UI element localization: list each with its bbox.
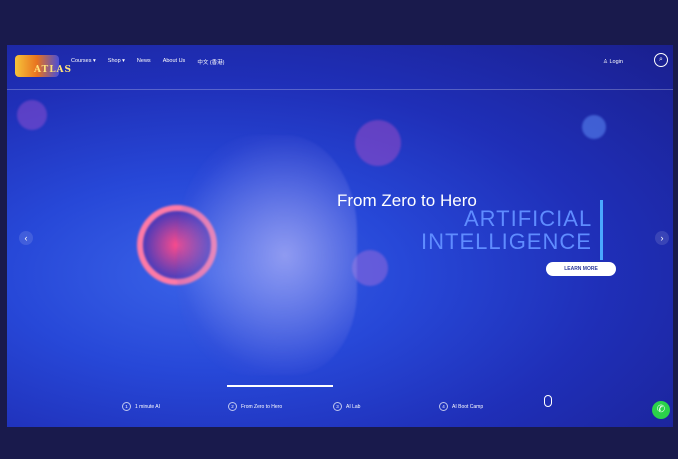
slide-number: 1 (122, 402, 131, 411)
face-silhouette (177, 135, 357, 375)
hero-subtitle: From Zero to Hero (337, 191, 477, 210)
slide-label: AI Boot Camp (452, 403, 484, 410)
menu-shop[interactable]: Shop ▾ (108, 58, 125, 66)
top-nav: ATLAS Courses ▾ Shop ▾ News About Us 中文 … (7, 45, 673, 85)
decor-glow (582, 115, 606, 139)
learn-more-button[interactable]: LEARN MORE (546, 262, 616, 276)
decor-glow (352, 250, 388, 286)
decor-glow (17, 100, 47, 130)
slide-progress (227, 385, 333, 387)
hero-accent-bar (600, 200, 603, 260)
search-icon[interactable]: ⌕ (654, 53, 668, 67)
slide-number: 4 (439, 402, 448, 411)
whatsapp-icon[interactable]: ✆ (652, 401, 670, 419)
hero-frame: ATLAS Courses ▾ Shop ▾ News About Us 中文 … (7, 45, 673, 427)
slide-number: 2 (228, 402, 237, 411)
login-link[interactable]: ♙ Login (603, 59, 623, 65)
menu-language[interactable]: 中文 (香港) (197, 58, 224, 66)
next-slide-icon[interactable]: › (655, 231, 669, 245)
slide-label: AI Lab (346, 403, 361, 410)
slide-label: 1 minute AI (135, 403, 161, 410)
scroll-mouse-icon (544, 395, 552, 407)
slide-tab-4[interactable]: 4 AI Boot Camp (439, 402, 483, 411)
menu-about[interactable]: About Us (163, 58, 186, 66)
nav-divider (7, 89, 673, 90)
slide-label: From Zero to Hero (241, 403, 283, 410)
menu-news[interactable]: News (137, 58, 151, 66)
prev-slide-icon[interactable]: ‹ (19, 231, 33, 245)
slide-number: 3 (333, 402, 342, 411)
slide-tab-2[interactable]: 2 From Zero to Hero (228, 402, 282, 411)
logo-text: ATLAS (34, 65, 72, 75)
slide-tab-3[interactable]: 3 AI Lab (333, 402, 360, 411)
menu-courses[interactable]: Courses ▾ (71, 58, 96, 66)
hero-title-line2: INTELLIGENCE (421, 229, 592, 254)
slide-tab-1[interactable]: 1 1 minute AI (122, 402, 160, 411)
main-menu: Courses ▾ Shop ▾ News About Us 中文 (香港) (71, 58, 225, 66)
decor-glow (355, 120, 401, 166)
